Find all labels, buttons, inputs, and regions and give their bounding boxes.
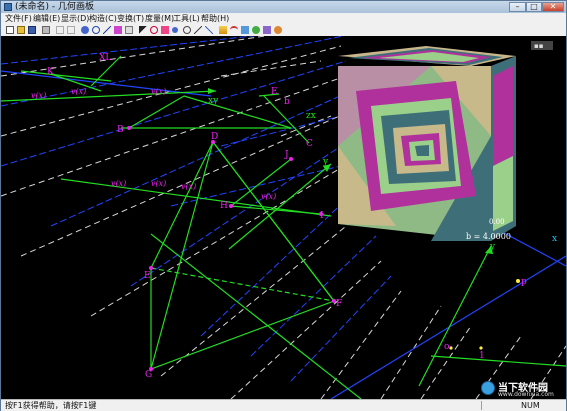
animation-icon[interactable] (252, 26, 260, 34)
label-D: D (211, 132, 218, 142)
label-F: F (336, 299, 342, 309)
print-icon[interactable] (42, 26, 50, 34)
menu-file[interactable]: 文件(F) (5, 13, 32, 24)
menu-transform[interactable]: 变换(T) (117, 13, 144, 24)
menu-construct[interactable]: 构造(C) (89, 13, 117, 24)
label-E-top: E (271, 87, 278, 97)
menu-measure[interactable]: 度量(M) (145, 13, 174, 24)
status-message: 按F1获得帮助，请按F1键 (5, 401, 97, 410)
menu-help[interactable]: 帮助(H) (201, 13, 229, 24)
save-icon[interactable] (28, 26, 36, 34)
circle-icon[interactable] (92, 26, 100, 34)
grid-label: v(x) (151, 87, 166, 96)
point-icon[interactable] (81, 26, 89, 34)
title-bar: (未命名) - 几何画板 – □ ✕ (1, 1, 566, 13)
grid-label: v(x) (111, 179, 126, 188)
watermark-logo-icon (481, 381, 495, 395)
menu-edit[interactable]: 编辑(E) (33, 13, 60, 24)
close-button[interactable]: ✕ (542, 2, 564, 12)
label-G: G (145, 370, 152, 380)
menu-display[interactable]: 显示(D) (61, 13, 89, 24)
function-icon[interactable] (219, 26, 227, 34)
label-C: C (306, 139, 313, 149)
grid-label: v(x) (71, 87, 86, 96)
cube-icon[interactable] (263, 26, 271, 34)
point-tool-icon[interactable] (172, 27, 178, 33)
graph-icon[interactable] (241, 26, 249, 34)
label-x: x (552, 234, 557, 244)
maximize-button[interactable]: □ (526, 2, 542, 12)
arc-icon[interactable] (230, 26, 238, 34)
grid-blue (1, 36, 392, 382)
grid-label: v(x) (181, 182, 196, 191)
label-J: J (284, 150, 289, 160)
pointer-icon[interactable] (139, 26, 147, 34)
overlay-badge: ▪▪ (534, 42, 544, 50)
label-o: o (444, 342, 449, 352)
label-b-top: b (284, 97, 290, 107)
status-bar: 按F1获得帮助，请按F1键 NUM (1, 399, 566, 411)
label-zx: zx (306, 111, 316, 121)
scale-icon[interactable] (161, 26, 169, 34)
drawing-canvas[interactable]: K XL B D E b C J H I E F G p o 1 x y y x… (1, 36, 566, 399)
label-y-axis: y (489, 242, 496, 252)
new-icon[interactable] (6, 26, 14, 34)
open-icon[interactable] (17, 26, 25, 34)
label-XL: XL (99, 53, 111, 63)
text-icon[interactable] (125, 26, 133, 34)
watermark-url: www.downxia.com (498, 391, 554, 398)
label-p: p (521, 277, 527, 287)
grid-labels: v(x) v(x) v(x) v(x) v(x) v(x) v(x) (31, 87, 276, 201)
app-icon (4, 3, 12, 11)
label-E: E (144, 271, 151, 281)
color-icon[interactable] (274, 26, 282, 34)
measure-b[interactable]: b = 4.0000 (466, 232, 511, 241)
grid-label: v(x) (31, 91, 46, 100)
grid-label: v(x) (261, 192, 276, 201)
status-divider (481, 401, 482, 410)
label-y-top: y (322, 157, 329, 167)
undo-icon[interactable] (56, 26, 64, 34)
status-num: NUM (521, 401, 540, 410)
label-xy: xy (208, 96, 219, 106)
segment-icon[interactable] (103, 26, 111, 34)
label-I: I (320, 211, 324, 221)
menu-tools[interactable]: 工具(L) (173, 13, 200, 24)
grid-label: v(x) (151, 179, 166, 188)
polygon-icon[interactable] (114, 26, 122, 34)
watermark: 当下软件园 www.downxia.com (481, 379, 563, 401)
measure-small: 0.00 (489, 218, 505, 226)
cube-3d (338, 46, 516, 241)
label-H: H (220, 201, 228, 211)
window-title: (未命名) - 几何画板 (15, 2, 94, 12)
label-1: 1 (479, 351, 485, 361)
geometry-drawing: K XL B D E b C J H I E F G p o 1 x y y x… (1, 36, 566, 399)
redo-icon[interactable] (67, 26, 75, 34)
compass-icon[interactable] (183, 26, 191, 34)
ray-icon[interactable] (205, 26, 213, 34)
label-B: B (117, 125, 124, 135)
rotate-icon[interactable] (150, 26, 158, 34)
line-tool-icon[interactable] (194, 26, 202, 34)
label-K: K (47, 67, 54, 77)
minimize-button[interactable]: – (509, 2, 526, 12)
app-window: (未命名) - 几何画板 – □ ✕ 文件(F) 编辑(E) 显示(D) 构造(… (0, 0, 567, 411)
